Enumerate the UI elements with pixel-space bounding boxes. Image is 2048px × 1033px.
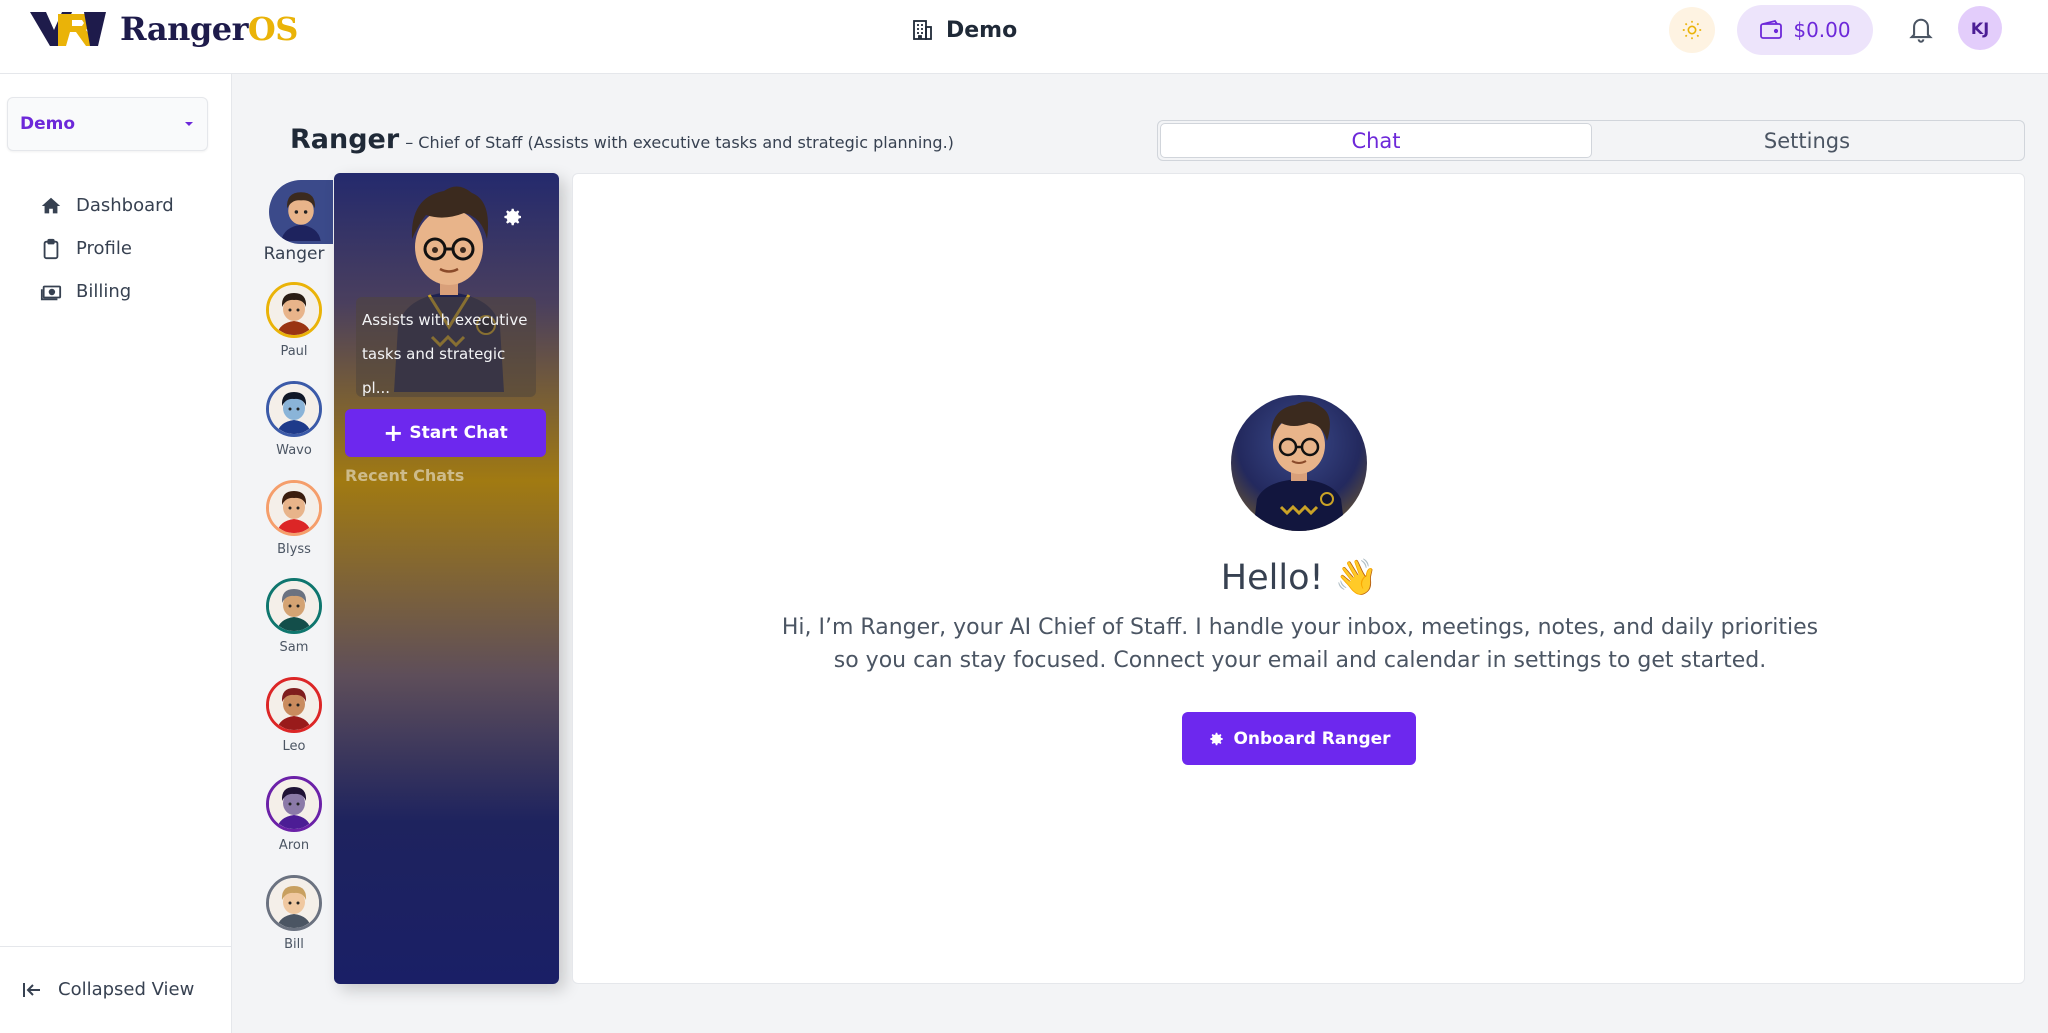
sidebar-item-billing[interactable]: Billing <box>40 270 174 313</box>
left-sidebar: Demo Dashboard Profile Billing Collapsed… <box>0 74 232 1033</box>
agent-avatar <box>266 282 322 338</box>
theme-toggle-button[interactable] <box>1669 7 1715 53</box>
bill-avatar-icon <box>269 878 319 928</box>
agent-name: Ranger <box>290 124 400 155</box>
top-bar: RangerOS Demo $0.00 KJ <box>0 0 2048 74</box>
start-chat-label: Start Chat <box>409 423 508 443</box>
ranger-os-logo[interactable]: RangerOS <box>28 8 298 50</box>
agent-name-label: Sam <box>279 640 309 655</box>
sidebar-item-profile[interactable]: Profile <box>40 227 174 270</box>
caret-down-icon <box>185 122 193 126</box>
agent-wavo-button[interactable]: Wavo <box>262 381 326 458</box>
aron-avatar-icon <box>269 779 319 829</box>
money-icon <box>40 285 62 300</box>
sidebar-item-label: Profile <box>76 238 132 259</box>
collapse-left-icon <box>23 982 40 997</box>
agent-name-label: Bill <box>284 937 304 952</box>
user-avatar[interactable]: KJ <box>1958 6 2002 50</box>
ranger-avatar-icon <box>272 183 330 241</box>
sidebar-nav: Dashboard Profile Billing <box>40 184 174 313</box>
agent-avatar <box>266 875 322 931</box>
sidebar-item-label: Dashboard <box>76 195 174 216</box>
building-icon <box>913 20 932 40</box>
wallet-icon <box>1760 19 1783 39</box>
sidebar-item-dashboard[interactable]: Dashboard <box>40 184 174 227</box>
workspace-title: Demo <box>910 14 1017 46</box>
agent-role: – Chief of Staff (Assists with executive… <box>405 133 954 152</box>
agent-leo-button[interactable]: Leo <box>262 677 326 754</box>
plus-icon: + <box>383 419 404 447</box>
agent-name-label: Wavo <box>276 443 312 458</box>
wallet-balance-button[interactable]: $0.00 <box>1737 5 1873 55</box>
agent-aron-button[interactable]: Aron <box>262 776 326 853</box>
intro-text: Hi, I’m Ranger, your AI Chief of Staff. … <box>781 615 1819 673</box>
agent-avatar <box>266 480 322 536</box>
ranger-avatar <box>1231 395 1367 531</box>
sidebar-item-label: Billing <box>76 281 132 302</box>
agent-avatar <box>266 578 322 634</box>
agent-ranger-button[interactable]: Ranger <box>262 180 333 264</box>
blyss-avatar-icon <box>269 483 319 533</box>
agent-name-label: Leo <box>282 739 306 754</box>
onboard-ranger-button[interactable]: Onboard Ranger <box>1182 712 1416 765</box>
wallet-balance-text: $0.00 <box>1793 18 1851 42</box>
workspace-select[interactable]: Demo <box>7 97 208 151</box>
workspace-title-text: Demo <box>946 17 1018 43</box>
wavo-avatar-icon <box>269 384 319 434</box>
agent-name-label: Paul <box>280 344 308 359</box>
workspace-select-value: Demo <box>20 114 76 134</box>
clipboard-icon <box>43 238 59 259</box>
agent-name-label: Blyss <box>277 542 311 557</box>
agent-avatar <box>266 381 322 437</box>
paul-avatar-icon <box>269 285 319 335</box>
start-chat-button[interactable]: + Start Chat <box>345 409 546 457</box>
agent-paul-button[interactable]: Paul <box>262 282 326 359</box>
sidebar-divider <box>0 946 231 947</box>
ranger-face-icon <box>1253 401 1345 531</box>
agent-blyss-button[interactable]: Blyss <box>262 480 326 557</box>
agent-bill-button[interactable]: Bill <box>262 875 326 952</box>
agent-title: Ranger – Chief of Staff (Assists with ex… <box>290 124 954 155</box>
agent-sam-button[interactable]: Sam <box>262 578 326 655</box>
agent-name-label: Aron <box>278 838 310 853</box>
collapse-view-button[interactable]: Collapsed View <box>22 979 194 1000</box>
agent-settings-gear-icon[interactable] <box>500 205 524 229</box>
gear-icon <box>1210 732 1224 745</box>
logo-text: RangerOS <box>120 10 298 48</box>
logo-mark-icon <box>30 12 106 46</box>
agent-avatar <box>269 180 333 244</box>
agent-avatar <box>266 677 322 733</box>
home-icon <box>41 197 61 213</box>
hello-heading: Hello! 👋 <box>1220 558 1379 598</box>
agent-card: Assists with executive tasks and strateg… <box>334 173 559 984</box>
collapse-view-label: Collapsed View <box>58 979 195 1000</box>
tab-settings[interactable]: Settings <box>1592 123 2022 158</box>
chat-settings-tabs: Chat Settings <box>1157 120 2025 161</box>
onboard-ranger-label: Onboard Ranger <box>1233 728 1391 749</box>
bell-icon[interactable] <box>1907 14 1935 44</box>
agent-name-label: Ranger <box>263 244 325 264</box>
tab-chat[interactable]: Chat <box>1160 123 1592 158</box>
recent-chats-heading: Recent Chats <box>345 466 465 485</box>
chat-panel: Hello! 👋 Hi, I’m Ranger, your AI Chief o… <box>572 173 2025 984</box>
leo-avatar-icon <box>269 680 319 730</box>
sam-avatar-icon <box>269 581 319 631</box>
agent-description: Assists with executive tasks and strateg… <box>356 297 536 397</box>
sun-icon <box>1682 20 1702 40</box>
agent-avatar <box>266 776 322 832</box>
